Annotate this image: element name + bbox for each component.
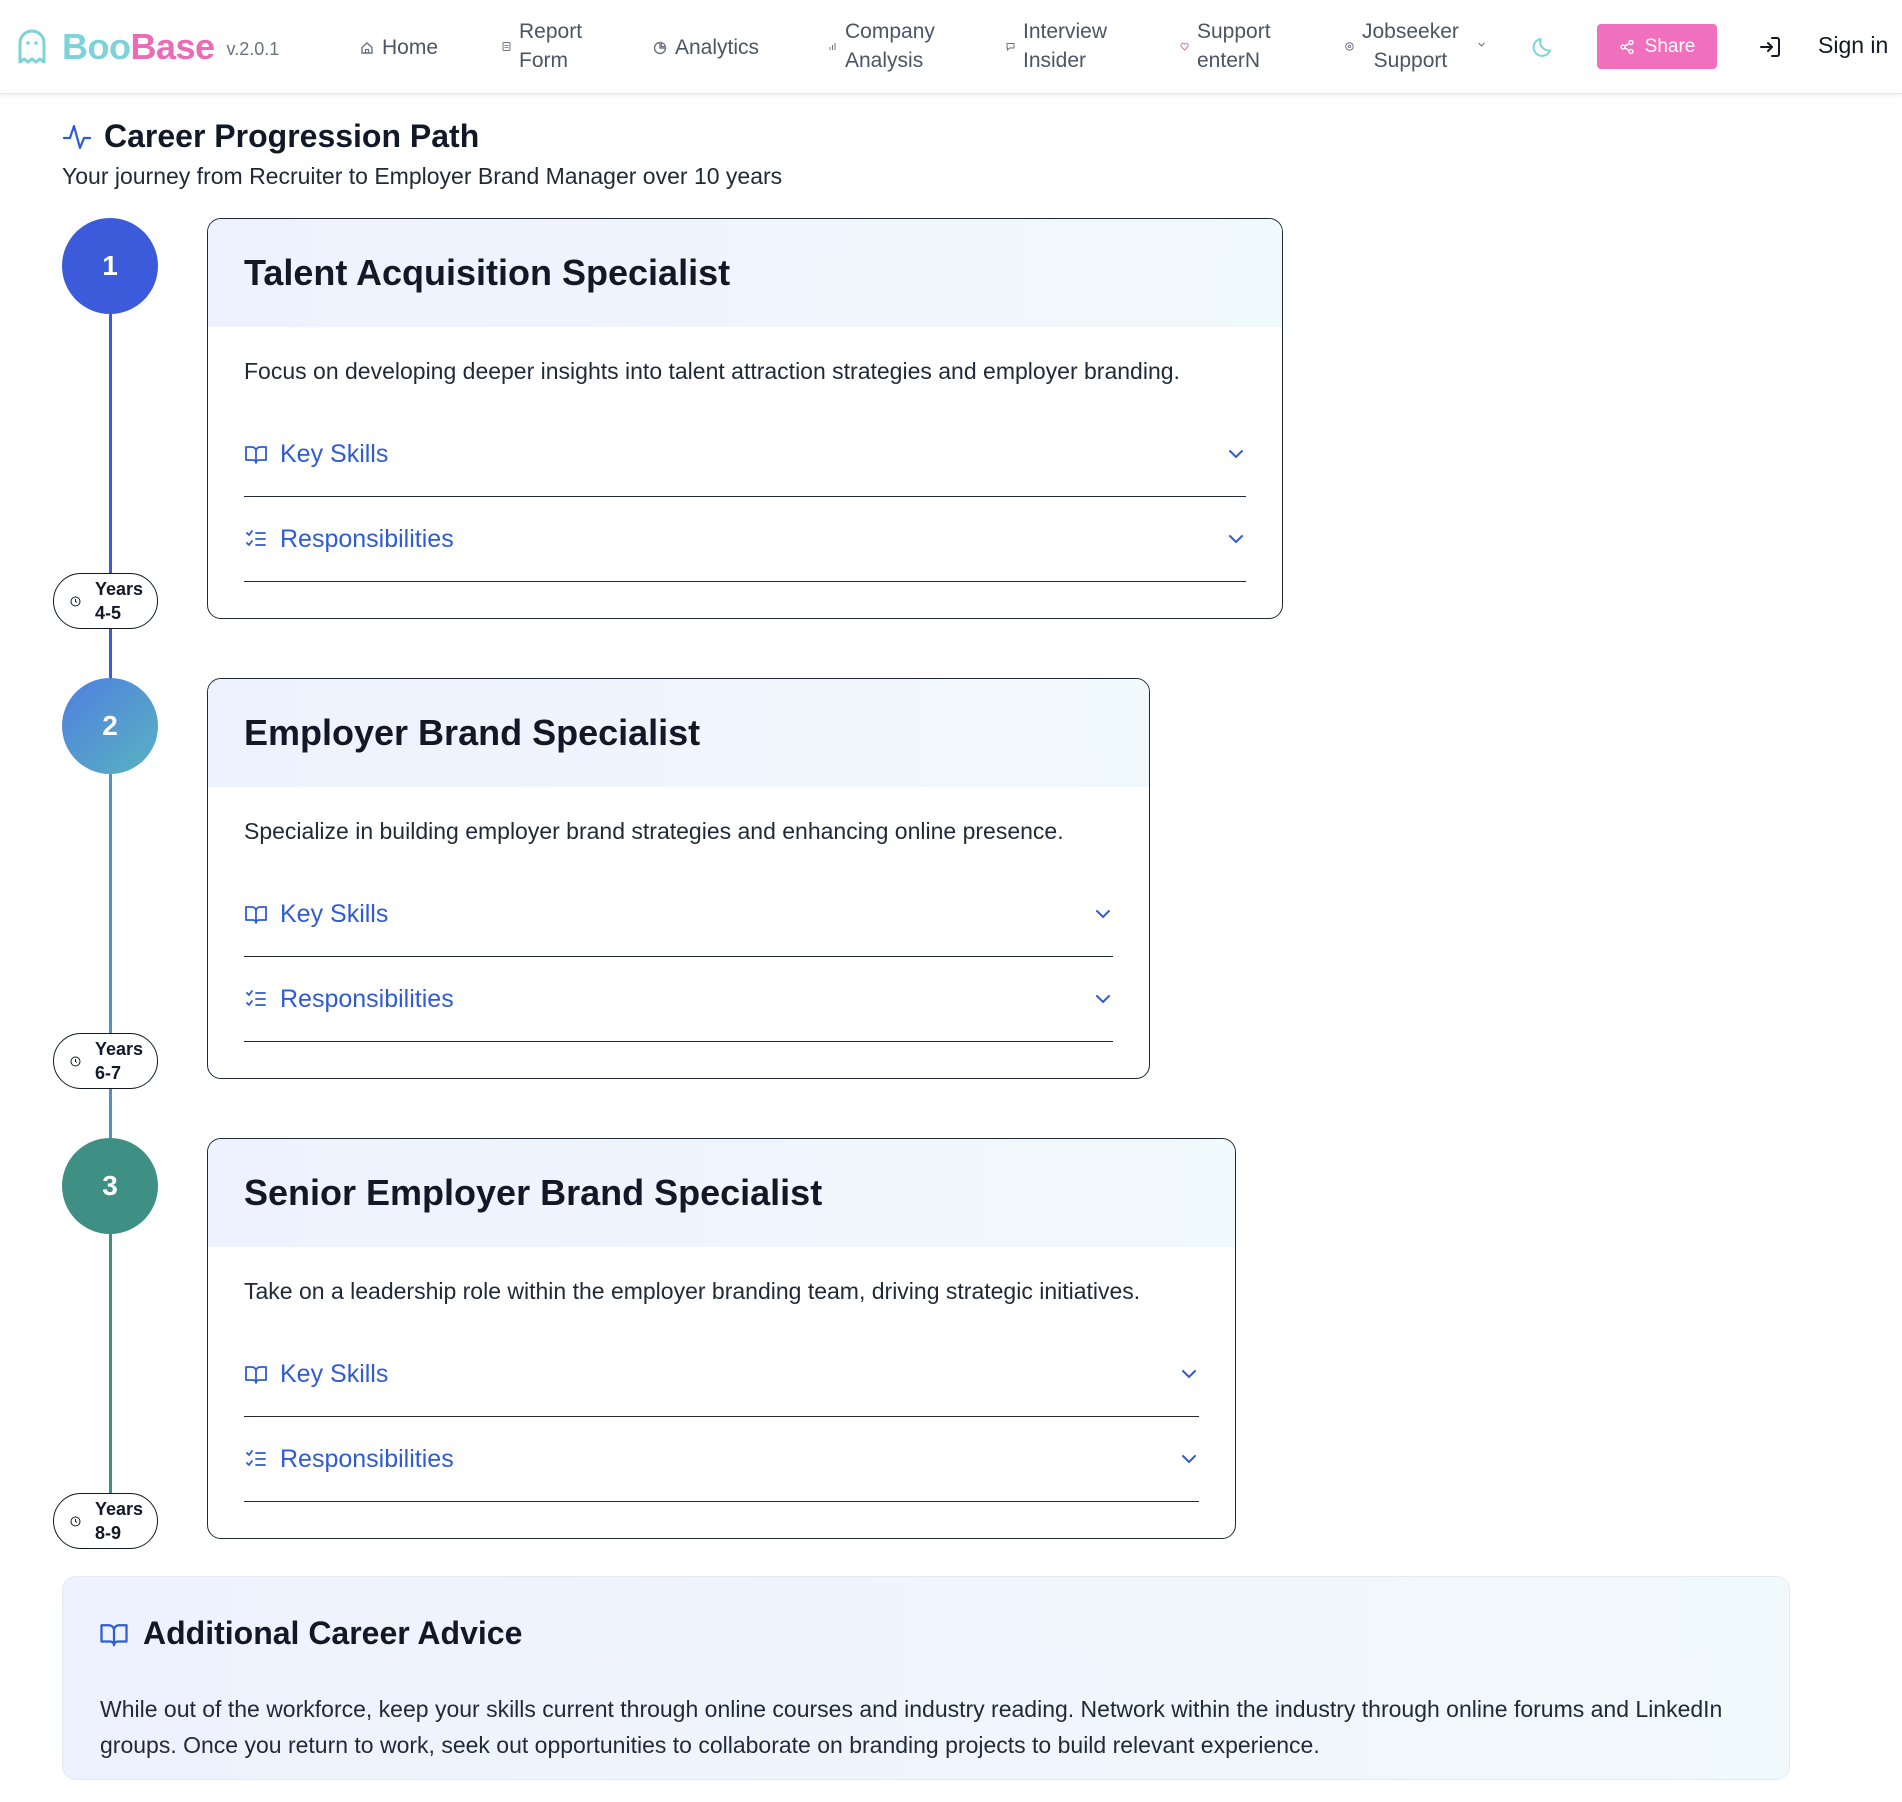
bar-chart-icon	[829, 42, 836, 50]
nav-home[interactable]: Home	[360, 33, 438, 62]
years-badge: Years 4-5	[53, 573, 158, 629]
card-header: Talent Acquisition Specialist	[208, 219, 1282, 327]
timeline-step-marker: 3	[62, 1138, 158, 1234]
page-subtitle: Your journey from Recruiter to Employer …	[62, 163, 783, 189]
nav-jobseeker-support[interactable]: Jobseeker Support	[1345, 17, 1486, 75]
timeline-connector	[109, 1234, 112, 1500]
advice-title: Additional Career Advice	[143, 1615, 523, 1651]
card-description: Focus on developing deeper insights into…	[244, 358, 1180, 384]
book-open-icon	[100, 1623, 128, 1646]
help-circle-icon	[1345, 41, 1354, 51]
nav-support-entern[interactable]: Support enterN	[1180, 17, 1271, 75]
clock-icon	[70, 1516, 81, 1526]
document-icon	[502, 41, 511, 51]
timeline-step-marker: 2	[62, 678, 158, 774]
chevron-down-icon	[1182, 1370, 1196, 1379]
advice-header: Additional Career Advice	[99, 1615, 522, 1652]
list-checks-icon	[246, 530, 266, 546]
key-skills-label: Key Skills	[280, 899, 389, 928]
advice-text: While out of the workforce, keep your sk…	[100, 1696, 1723, 1758]
nav-interview-insider-label: Interview Insider	[1023, 20, 1108, 72]
list-checks-icon	[246, 1450, 266, 1466]
card-header: Employer Brand Specialist	[208, 679, 1149, 787]
chevron-down-icon	[1478, 42, 1485, 47]
years-badge: Years 6-7	[53, 1033, 158, 1089]
career-step-card: Senior Employer Brand Specialist Take on…	[207, 1138, 1236, 1539]
nav-company-analysis-label: Company Analysis	[845, 20, 935, 72]
career-step-card: Talent Acquisition Specialist Focus on d…	[207, 218, 1283, 619]
book-open-icon	[245, 446, 267, 464]
moon-icon[interactable]	[1531, 33, 1557, 59]
nav-analytics[interactable]: Analytics	[653, 33, 759, 62]
card-description: Specialize in building employer brand st…	[244, 818, 1064, 844]
key-skills-accordion[interactable]: Key Skills	[244, 1332, 1199, 1417]
book-open-icon	[245, 1366, 267, 1384]
clock-icon	[70, 596, 81, 606]
brand-version: v.2.0.1	[226, 38, 280, 59]
card-description: Take on a leadership role within the emp…	[244, 1278, 1141, 1304]
share-button-label: Share	[1644, 35, 1696, 57]
card-title: Talent Acquisition Specialist	[244, 252, 731, 293]
nav-report-form[interactable]: Report Form	[502, 17, 582, 75]
nav-support-entern-label: Support enterN	[1197, 20, 1271, 72]
book-open-icon	[245, 906, 267, 924]
nav-company-analysis[interactable]: Company Analysis	[828, 17, 935, 75]
top-navbar: BooBase v.2.0.1 Home Report Form Analytic…	[0, 0, 1902, 94]
responsibilities-label: Responsibilities	[280, 984, 454, 1013]
chevron-down-icon	[1229, 535, 1243, 544]
list-checks-icon	[246, 990, 266, 1006]
timeline-step-marker: 1	[62, 218, 158, 314]
chat-bubble-icon	[1006, 42, 1015, 51]
brand-logo[interactable]: BooBase v.2.0.1	[16, 26, 279, 68]
card-title: Employer Brand Specialist	[244, 712, 701, 753]
card-title: Senior Employer Brand Specialist	[244, 1172, 823, 1213]
key-skills-label: Key Skills	[280, 1359, 389, 1388]
responsibilities-label: Responsibilities	[280, 1444, 454, 1473]
nav-jobseeker-support-label: Jobseeker Support	[1362, 20, 1459, 72]
key-skills-accordion[interactable]: Key Skills	[244, 872, 1113, 957]
card-header: Senior Employer Brand Specialist	[208, 1139, 1235, 1247]
years-badge-label: Years 6-7	[95, 1039, 144, 1083]
key-skills-accordion[interactable]: Key Skills	[244, 412, 1246, 497]
page-title: Career Progression Path	[104, 118, 480, 154]
years-badge-label: Years 4-5	[95, 579, 144, 623]
chevron-down-icon	[1096, 910, 1110, 919]
responsibilities-accordion[interactable]: Responsibilities	[244, 497, 1246, 582]
share-icon	[1619, 39, 1634, 54]
heart-icon	[1180, 42, 1189, 51]
log-in-icon[interactable]	[1757, 34, 1783, 60]
share-button[interactable]: Share	[1597, 24, 1717, 69]
brand-name: BooBase	[62, 26, 215, 67]
home-icon	[361, 41, 373, 54]
ghost-icon	[18, 29, 46, 64]
responsibilities-label: Responsibilities	[280, 524, 454, 553]
chevron-down-icon	[1229, 450, 1243, 459]
page-header: Career Progression Path	[62, 118, 479, 155]
responsibilities-accordion[interactable]: Responsibilities	[244, 957, 1113, 1042]
activity-icon	[62, 124, 92, 149]
pie-chart-icon	[653, 41, 667, 54]
nav-analytics-label: Analytics	[675, 36, 760, 59]
chevron-down-icon	[1096, 995, 1110, 1004]
years-badge-label: Years 8-9	[95, 1499, 144, 1543]
chevron-down-icon	[1182, 1455, 1196, 1464]
sign-in-link[interactable]: Sign in	[1818, 32, 1888, 59]
years-badge: Years 8-9	[53, 1493, 158, 1549]
career-advice-panel: Additional Career Advice While out of th…	[62, 1576, 1790, 1780]
key-skills-label: Key Skills	[280, 439, 389, 468]
career-step-card: Employer Brand Specialist Specialize in …	[207, 678, 1150, 1079]
responsibilities-accordion[interactable]: Responsibilities	[244, 1417, 1199, 1502]
nav-interview-insider[interactable]: Interview Insider	[1006, 17, 1107, 75]
nav-home-label: Home	[382, 36, 439, 59]
clock-icon	[70, 1056, 81, 1066]
nav-report-form-label: Report Form	[519, 20, 583, 72]
